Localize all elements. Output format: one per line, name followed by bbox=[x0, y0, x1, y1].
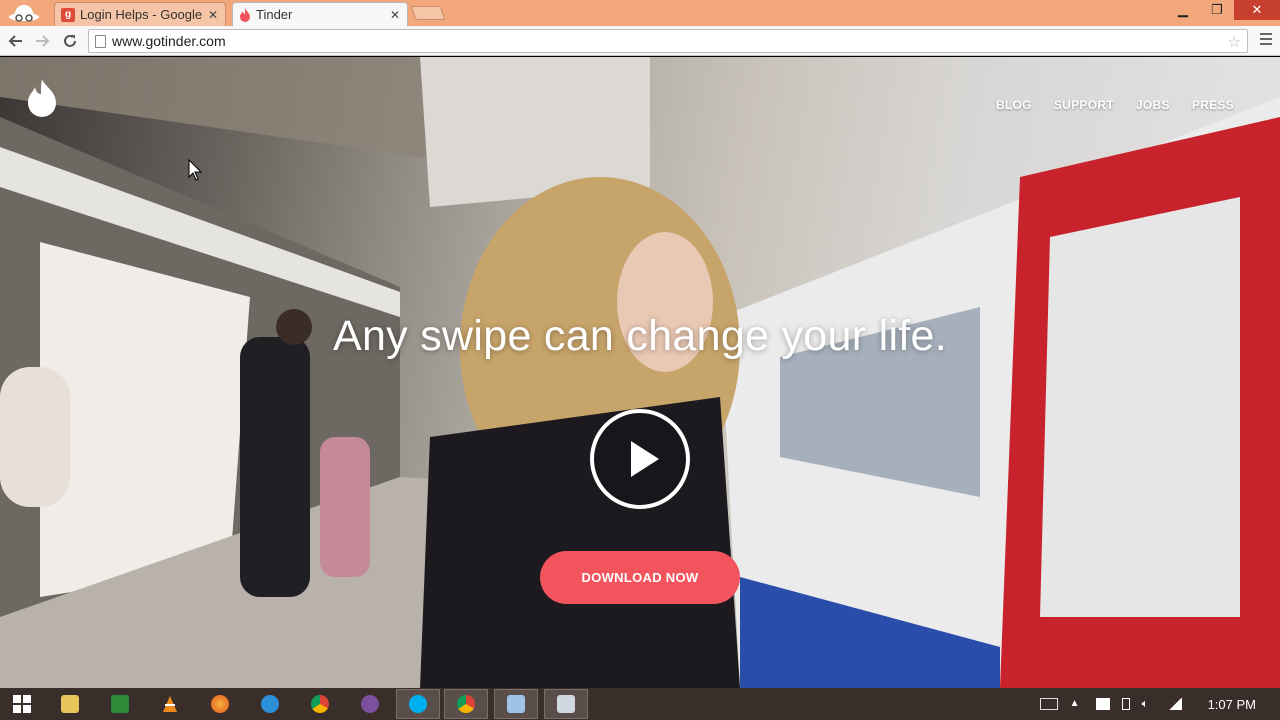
google-plus-icon: g bbox=[61, 7, 75, 22]
firefox-icon bbox=[211, 695, 229, 713]
url-text: www.gotinder.com bbox=[112, 33, 226, 49]
tinder-logo-icon[interactable] bbox=[26, 79, 58, 117]
skype-icon bbox=[409, 695, 427, 713]
nav-blog[interactable]: BLOG bbox=[996, 98, 1032, 112]
windows-start-icon bbox=[13, 695, 31, 713]
chrome-icon bbox=[457, 695, 475, 713]
chrome-menu-button[interactable] bbox=[1260, 33, 1272, 48]
tab-title: Tinder bbox=[256, 7, 293, 22]
taskbar-firefox[interactable] bbox=[198, 689, 242, 719]
taskbar-app[interactable] bbox=[544, 689, 588, 719]
incognito-icon bbox=[9, 5, 39, 22]
taskbar-file-explorer[interactable] bbox=[48, 689, 92, 719]
taskbar-app[interactable] bbox=[494, 689, 538, 719]
show-hidden-icons-icon[interactable]: ▲ bbox=[1070, 698, 1084, 710]
chrome-icon bbox=[311, 695, 329, 713]
taskbar-skype[interactable] bbox=[396, 689, 440, 719]
battery-icon[interactable] bbox=[1121, 698, 1130, 710]
app-icon bbox=[507, 695, 525, 713]
bookmark-star-icon[interactable]: ☆ bbox=[1228, 33, 1241, 51]
browser-titlebar: g Login Helps - Google ✕ Tinder ✕ ▁ ❐ ✕ bbox=[0, 0, 1280, 26]
file-explorer-icon bbox=[61, 695, 79, 713]
download-now-button[interactable]: DOWNLOAD NOW bbox=[540, 551, 740, 604]
reload-button[interactable] bbox=[60, 31, 80, 51]
taskbar-viber[interactable] bbox=[348, 689, 392, 719]
tinder-flame-icon bbox=[240, 7, 250, 22]
nav-support[interactable]: SUPPORT bbox=[1054, 98, 1114, 112]
nav-press[interactable]: PRESS bbox=[1192, 98, 1234, 112]
windows-taskbar: ▲ 🔈︎ 1:07 PM bbox=[0, 688, 1280, 720]
tab-tinder[interactable]: Tinder ✕ bbox=[232, 2, 408, 26]
taskbar-vlc[interactable] bbox=[148, 689, 192, 719]
reload-icon bbox=[64, 35, 76, 47]
taskbar-internet-explorer[interactable] bbox=[248, 689, 292, 719]
excel-icon bbox=[111, 695, 129, 713]
taskbar-clock[interactable]: 1:07 PM bbox=[1208, 697, 1256, 712]
ie-icon bbox=[261, 695, 279, 713]
network-signal-icon[interactable] bbox=[1167, 698, 1182, 710]
app-icon bbox=[557, 695, 575, 713]
keyboard-icon[interactable] bbox=[1039, 698, 1058, 710]
taskbar-excel[interactable] bbox=[98, 689, 142, 719]
restore-button[interactable]: ❐ bbox=[1200, 0, 1234, 20]
back-arrow-icon bbox=[8, 35, 22, 47]
close-window-button[interactable]: ✕ bbox=[1234, 0, 1280, 20]
minimize-button[interactable]: ▁ bbox=[1166, 0, 1200, 20]
close-tab-icon[interactable]: ✕ bbox=[207, 8, 219, 22]
tab-title: Login Helps - Google bbox=[80, 7, 202, 22]
system-tray: ▲ 🔈︎ 1:07 PM bbox=[1039, 688, 1280, 720]
new-tab-button[interactable] bbox=[410, 6, 446, 20]
hero-headline: Any swipe can change your life. bbox=[332, 312, 948, 360]
vlc-icon bbox=[163, 696, 177, 712]
back-button[interactable] bbox=[6, 31, 26, 51]
forward-button[interactable] bbox=[32, 31, 52, 51]
browser-toolbar: www.gotinder.com ☆ bbox=[0, 26, 1280, 56]
volume-icon[interactable]: 🔈︎ bbox=[1142, 698, 1156, 710]
tinder-landing-page: BLOG SUPPORT JOBS PRESS Any swipe can ch… bbox=[0, 57, 1280, 688]
address-bar[interactable]: www.gotinder.com ☆ bbox=[88, 29, 1248, 53]
start-button[interactable] bbox=[0, 689, 44, 719]
taskbar-chrome-active[interactable] bbox=[444, 689, 488, 719]
action-center-icon[interactable] bbox=[1095, 698, 1110, 710]
tab-login-helps[interactable]: g Login Helps - Google ✕ bbox=[54, 2, 226, 26]
viber-icon bbox=[361, 695, 379, 713]
nav-jobs[interactable]: JOBS bbox=[1136, 98, 1170, 112]
close-tab-icon[interactable]: ✕ bbox=[389, 8, 401, 22]
taskbar-chrome[interactable] bbox=[298, 689, 342, 719]
page-icon bbox=[95, 34, 106, 48]
mouse-cursor-icon bbox=[188, 159, 202, 181]
forward-arrow-icon bbox=[36, 35, 50, 47]
play-video-button[interactable] bbox=[589, 408, 691, 510]
top-navigation: BLOG SUPPORT JOBS PRESS bbox=[996, 98, 1234, 112]
